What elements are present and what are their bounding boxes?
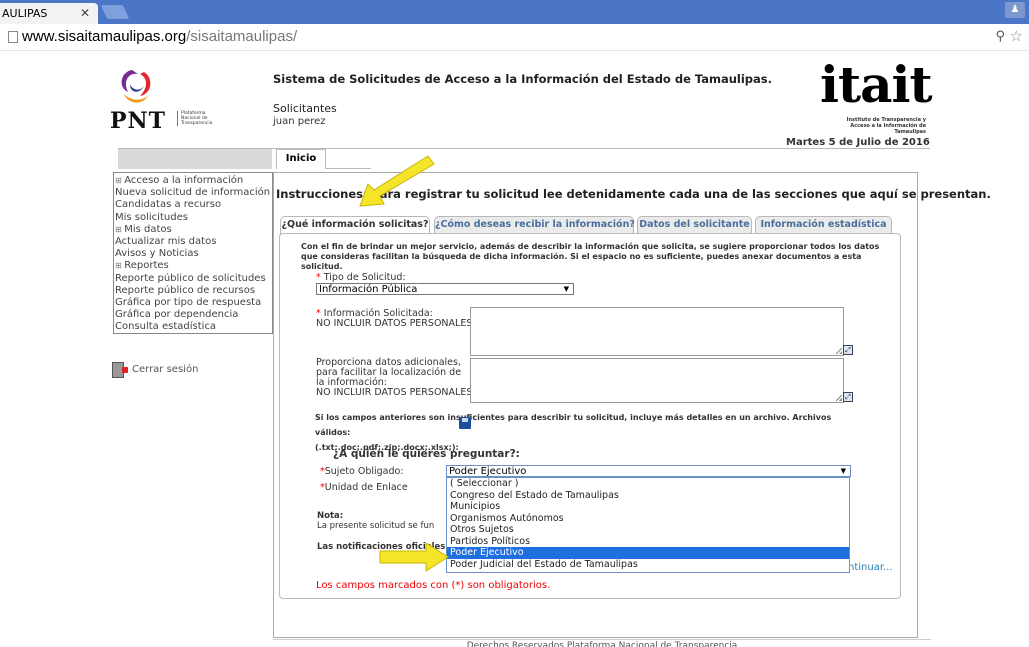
- mandatory-note: Los campos marcados con (*) son obligato…: [316, 580, 551, 591]
- pnt-logo-subtitle: Plataforma Nacional de Transparencia: [177, 111, 221, 126]
- expand-icon[interactable]: ⤢: [843, 392, 853, 402]
- sujeto-select-value: Poder Ejecutivo: [449, 466, 527, 477]
- browser-tab-title: AULIPAS: [2, 7, 48, 20]
- tab-datos-solicitante[interactable]: Datos del solicitante: [637, 216, 752, 233]
- tab-que-informacion[interactable]: ¿Qué información solicitas?: [280, 216, 430, 234]
- sidebar-item[interactable]: Reporte público de recursos: [114, 285, 272, 297]
- expand-icon[interactable]: ⤢: [843, 345, 853, 355]
- tab-como-recibir[interactable]: ¿Cómo deseas recibir la información?: [434, 216, 635, 233]
- dropdown-option[interactable]: Partidos Políticos: [447, 536, 849, 548]
- sujeto-dropdown-list: ( Seleccionar ) Congreso del Estado de Ta…: [446, 477, 850, 573]
- extra-textarea[interactable]: [470, 358, 844, 403]
- dropdown-option[interactable]: Poder Ejecutivo: [447, 547, 849, 559]
- chevron-down-icon: ▼: [563, 285, 569, 293]
- sidebar-item[interactable]: Gráfica por dependencia: [114, 309, 272, 321]
- sidebar-item[interactable]: Consulta estadística: [114, 321, 272, 333]
- sujeto-select[interactable]: Poder Ejecutivo ▼: [446, 465, 851, 477]
- sidebar-item[interactable]: Reporte público de solicitudes: [114, 273, 272, 285]
- url-path: /sisaitamaulipas/: [186, 28, 298, 45]
- sujeto-label: *Sujeto Obligado:: [320, 467, 404, 477]
- dropdown-option[interactable]: Municipios: [447, 501, 849, 513]
- nota-text: La presente solicitud se fun: [317, 521, 435, 531]
- unidad-label-text: Unidad de Enlace: [324, 482, 408, 493]
- url-text[interactable]: www.sisaitamaulipas.org/sisaitamaulipas/: [22, 28, 297, 45]
- itait-subtitle: Instituto de Transparencia y Acceso a la…: [846, 117, 926, 135]
- sidebar-menu: Acceso a la informaciónNueva solicitud d…: [113, 172, 273, 334]
- new-tab-button[interactable]: [100, 5, 130, 19]
- chevron-down-icon: ▼: [840, 467, 846, 475]
- extra-label: Proporciona datos adicionales, para faci…: [316, 357, 462, 388]
- annotation-arrow: [379, 542, 449, 572]
- tipo-label: * Tipo de Solicitud:: [316, 273, 406, 283]
- dropdown-option[interactable]: Organismos Autónomos: [447, 513, 849, 525]
- files-note-line1: Si los campos anteriores son insuficient…: [315, 413, 832, 437]
- star-icon[interactable]: ☆: [1010, 27, 1023, 45]
- info-note: NO INCLUIR DATOS PERSONALES: [316, 318, 473, 329]
- floppy-icon[interactable]: [459, 417, 471, 429]
- dropdown-option[interactable]: Otros Sujetos: [447, 524, 849, 536]
- address-bar[interactable]: www.sisaitamaulipas.org/sisaitamaulipas/…: [0, 24, 1029, 51]
- nota-heading: Nota:: [317, 511, 344, 521]
- dropdown-option[interactable]: Congreso del Estado de Tamaulipas: [447, 490, 849, 502]
- browser-tab[interactable]: AULIPAS ✕: [0, 3, 98, 24]
- dropdown-option[interactable]: ( Seleccionar ): [447, 478, 849, 490]
- sidebar-item[interactable]: Avisos y Noticias: [114, 248, 272, 260]
- current-date: Martes 5 de Julio de 2016: [786, 137, 930, 148]
- extra-note: NO INCLUIR DATOS PERSONALES: [316, 387, 473, 398]
- sidebar-item[interactable]: Mis datos: [114, 224, 272, 236]
- dropdown-option[interactable]: Poder Judicial del Estado de Tamaulipas: [447, 559, 849, 571]
- sidebar-item[interactable]: Actualizar mis datos: [114, 236, 272, 248]
- system-title: Sistema de Solicitudes de Acceso a la In…: [273, 72, 773, 86]
- sidebar-header-bar: [118, 149, 272, 169]
- close-icon[interactable]: ✕: [80, 3, 90, 24]
- user-role: Solicitantes: [273, 102, 337, 115]
- page-icon: [8, 31, 18, 43]
- sidebar-item[interactable]: Mis solicitudes: [114, 212, 272, 224]
- unidad-label: *Unidad de Enlace: [320, 483, 408, 493]
- required-mark: *: [316, 272, 321, 283]
- ask-heading: ¿A quién le quieres preguntar?:: [333, 448, 520, 460]
- pnt-logo-text: PNT: [110, 108, 167, 134]
- user-name: juan perez: [273, 116, 326, 127]
- tipo-label-text: Tipo de Solicitud:: [323, 272, 406, 283]
- tab-informacion-estadistica[interactable]: Información estadística: [755, 216, 892, 233]
- continue-link[interactable]: ntinuar...: [848, 562, 893, 573]
- user-icon[interactable]: ♟: [1005, 2, 1025, 18]
- tipo-select-value: Información Pública: [319, 284, 418, 295]
- sujeto-label-text: Sujeto Obligado:: [324, 466, 404, 477]
- browser-tabstrip: AULIPAS ✕ ♟: [0, 0, 1029, 24]
- itait-logo: itait: [820, 55, 933, 114]
- logout-icon: [112, 362, 128, 378]
- sidebar-item[interactable]: Acceso a la información: [114, 175, 272, 187]
- sidebar-item[interactable]: Candidatas a recurso: [114, 199, 272, 211]
- tipo-select[interactable]: Información Pública ▼: [316, 283, 574, 295]
- sidebar-item[interactable]: Gráfica por tipo de respuesta: [114, 297, 272, 309]
- logout-label: Cerrar sesión: [132, 364, 199, 375]
- form-intro: Con el fin de brindar un mejor servicio,…: [301, 242, 880, 271]
- sidebar-item[interactable]: Reportes: [114, 260, 272, 272]
- info-textarea[interactable]: [470, 307, 844, 356]
- annotation-arrow: [359, 155, 435, 207]
- extension-icon[interactable]: ⚲: [995, 29, 1005, 44]
- url-host: www.sisaitamaulipas.org: [22, 28, 187, 45]
- sidebar-item[interactable]: Nueva solicitud de información: [114, 187, 272, 199]
- tab-inicio[interactable]: Inicio: [276, 149, 326, 169]
